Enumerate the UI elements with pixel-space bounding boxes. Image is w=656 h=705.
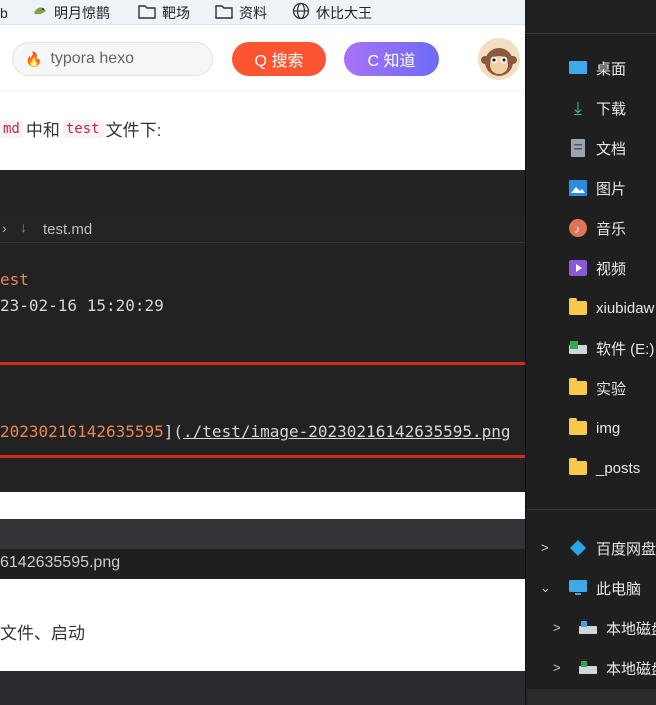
explorer-item-videos[interactable]: 视频: [527, 248, 656, 288]
explorer-item-label: 桌面: [596, 60, 627, 78]
code-title-line: est: [0, 270, 29, 289]
zhidao-button-label: C 知道: [367, 53, 416, 70]
bookmark-label: b: [0, 4, 8, 21]
tree-item-label: 百度网盘: [596, 540, 656, 558]
bookmark-label: 休比大王: [316, 4, 372, 21]
tree-item-local-disk[interactable]: 本地磁盘: [527, 608, 656, 648]
bookmark-label: 靶场: [162, 4, 190, 21]
flame-icon: 🔥: [25, 50, 43, 67]
red-highlight-line: [0, 362, 525, 365]
explorer-item-img[interactable]: img: [527, 408, 656, 448]
avatar[interactable]: [478, 38, 520, 80]
bird-icon: [32, 3, 48, 22]
svg-text:♪: ♪: [574, 222, 580, 236]
explorer-item-posts[interactable]: _posts: [527, 448, 656, 488]
image-alt: 20230216142635595: [0, 422, 164, 441]
tab-label: test.md: [43, 221, 93, 238]
explorer-item-pictures[interactable]: 图片: [527, 168, 656, 208]
search-button-label: Q 搜索: [254, 53, 304, 70]
drive-icon: [579, 659, 597, 677]
folder-icon: [215, 4, 233, 22]
bookmark-item[interactable]: b: [0, 0, 8, 25]
code-block-header: [0, 519, 525, 549]
markdown-file-icon: ↓: [20, 219, 27, 235]
editor-tabbar: › ↓ test.md: [0, 215, 525, 243]
explorer-item-desktop[interactable]: 桌面: [527, 48, 656, 88]
file-label: 6142635595.png: [0, 554, 121, 571]
article-text: 文件、启动: [0, 624, 85, 643]
text: 中和: [25, 121, 60, 140]
file-bar: 6142635595.png: [0, 549, 525, 579]
bookmark-mingyue[interactable]: 明月惊鹊: [32, 0, 110, 25]
bookmarks-bar: b 明月惊鹊 靶场 资料 休比大王: [0, 0, 525, 25]
video-icon: [569, 259, 587, 277]
explorer-item-label: xiubidaw: [596, 299, 655, 317]
site-header: 🔥 typora hexo Q 搜索 C 知道: [0, 26, 525, 90]
search-button[interactable]: Q 搜索: [232, 42, 326, 76]
explorer-item-shiyan[interactable]: 实验: [527, 368, 656, 408]
bookmark-xiubi[interactable]: 休比大王: [292, 0, 372, 25]
tree-item-this-pc[interactable]: 此电脑: [527, 568, 656, 608]
bookmark-label: 明月惊鹊: [54, 4, 110, 21]
explorer-item-label: img: [596, 419, 621, 437]
download-icon: ⤓: [574, 97, 582, 118]
explorer-item-music[interactable]: ♪ 音乐: [527, 208, 656, 248]
search-input[interactable]: 🔥 typora hexo: [12, 42, 213, 76]
explorer-item-drive-e[interactable]: 软件 (E:): [527, 328, 656, 368]
explorer-item-label: 实验: [596, 380, 627, 398]
folder-icon: [569, 418, 587, 437]
explorer-item-label: 音乐: [596, 220, 627, 238]
image-path: ./test/image-20230216142635595.png: [183, 422, 511, 441]
bookmark-ziliao[interactable]: 资料: [215, 0, 267, 25]
folder-icon: [569, 298, 587, 317]
explorer-item-label: _posts: [596, 459, 641, 477]
explorer-item-downloads[interactable]: ⤓ 下载: [527, 88, 656, 128]
explorer-item-documents[interactable]: 文档: [527, 128, 656, 168]
article-line: md 中和 test 文件下:: [0, 116, 161, 141]
explorer-item-xiubidaw[interactable]: xiubidaw: [527, 288, 656, 328]
explorer-item-label: 文档: [596, 140, 627, 158]
cloud-drive-icon: [569, 539, 587, 557]
monkey-avatar-icon: [478, 38, 520, 80]
folder-icon: [569, 458, 587, 477]
music-icon: ♪: [569, 219, 587, 237]
code-date-line: 23-02-16 15:20:29: [0, 296, 164, 315]
divider: [527, 509, 656, 510]
zhidao-button[interactable]: C 知道: [344, 42, 439, 76]
document-icon: [569, 139, 587, 157]
pictures-icon: [569, 179, 587, 197]
explorer-item-label: 软件 (E:): [596, 340, 655, 358]
search-value: typora hexo: [50, 50, 135, 67]
desktop-icon: [569, 59, 587, 77]
chevron-right-icon: ›: [2, 220, 7, 236]
tree-item-baidu[interactable]: 百度网盘: [527, 528, 656, 568]
globe-icon: [292, 2, 310, 23]
explorer-topbar: [525, 0, 656, 34]
bracket: ](: [163, 422, 184, 441]
explorer-item-label: 视频: [596, 260, 627, 278]
drive-icon: [569, 339, 587, 357]
code-image-line: 20230216142635595](./test/image-20230216…: [0, 422, 511, 441]
tree-item-partial[interactable]: [527, 689, 656, 705]
tree-item-label: 此电脑: [596, 580, 642, 598]
bookmark-bachang[interactable]: 靶场: [138, 0, 190, 25]
folder-icon: [569, 378, 587, 397]
text: 文件下:: [105, 121, 162, 140]
code-block-bottom: [0, 671, 525, 705]
tree-item-label: 本地磁盘: [606, 620, 656, 638]
computer-icon: [569, 579, 587, 597]
inline-code: test: [62, 119, 103, 138]
tree-item-label: 本地磁盘: [606, 660, 656, 678]
red-highlight-line: [0, 455, 525, 458]
drive-icon: [579, 619, 597, 637]
explorer-item-label: 下载: [596, 100, 627, 118]
inline-code: md: [0, 119, 23, 138]
folder-icon: [138, 4, 156, 22]
explorer-item-label: 图片: [596, 180, 627, 198]
bookmark-label: 资料: [239, 4, 267, 21]
tree-item-local-disk[interactable]: 本地磁盘: [527, 648, 656, 688]
